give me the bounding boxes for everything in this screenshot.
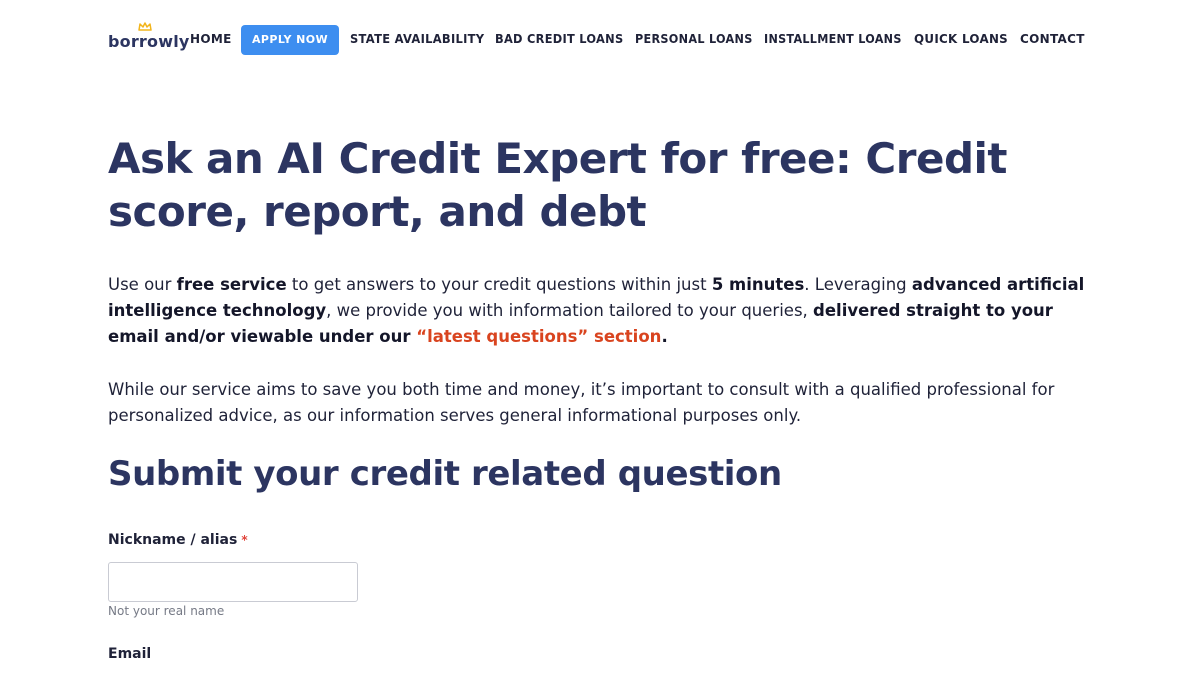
intro-bold-free-service: free service [176, 275, 287, 294]
nickname-label-text: Nickname / alias [108, 532, 238, 548]
intro-text-4: , we provide you with information tailor… [326, 301, 814, 320]
top-navigation: borrowly HOME APPLY NOW STATE AVAILABILI… [0, 0, 1200, 80]
nickname-input[interactable] [108, 562, 358, 602]
intro-bold-5-minutes: 5 minutes [711, 275, 805, 294]
disclaimer-paragraph: While our service aims to save you both … [108, 380, 1055, 425]
nav-home[interactable]: HOME [190, 32, 232, 46]
nickname-label: Nickname / alias * [108, 532, 248, 548]
logo-text: borrowly [108, 32, 190, 51]
nav-installment-loans[interactable]: INSTALLMENT LOANS [764, 32, 902, 46]
nav-contact[interactable]: CONTACT [1020, 32, 1085, 46]
required-asterisk: * [241, 533, 248, 547]
nav-state-availability[interactable]: STATE AVAILABILITY [350, 32, 484, 46]
latest-questions-link[interactable]: “latest questions” section [416, 327, 661, 346]
page-title: Ask an AI Credit Expert for free: Credit… [108, 134, 1008, 236]
intro-text-2: to get answers to your credit questions … [286, 275, 712, 294]
intro-text-3: . Leveraging [804, 275, 912, 294]
nav-personal-loans[interactable]: PERSONAL LOANS [635, 32, 753, 46]
intro-paragraph: Use our free service to get answers to y… [108, 272, 1108, 350]
email-label: Email [108, 646, 152, 662]
crown-icon [138, 22, 152, 31]
apply-now-button[interactable]: APPLY NOW [241, 25, 339, 55]
intro-period: . [661, 327, 668, 346]
borrowly-logo[interactable]: borrowly [108, 22, 189, 56]
nav-quick-loans[interactable]: QUICK LOANS [914, 32, 1008, 46]
intro-text-1: Use our [108, 275, 177, 294]
form-heading: Submit your credit related question [108, 454, 782, 494]
nav-bad-credit-loans[interactable]: BAD CREDIT LOANS [495, 32, 623, 46]
nickname-help-text: Not your real name [108, 604, 225, 618]
